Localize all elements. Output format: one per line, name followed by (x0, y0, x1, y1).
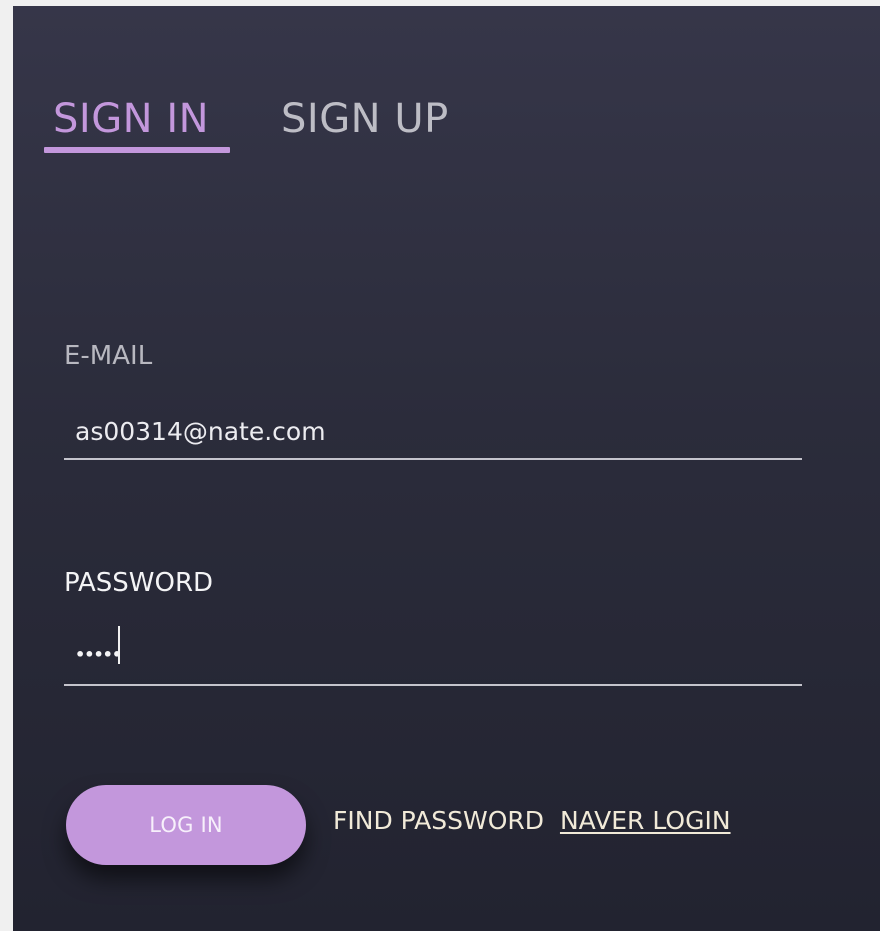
password-label: PASSWORD (64, 568, 214, 598)
active-tab-indicator (44, 147, 230, 153)
auth-links: FIND PASSWORD NAVER LOGIN (333, 806, 731, 835)
password-field[interactable] (64, 630, 802, 686)
login-button[interactable]: LOG IN (66, 785, 306, 865)
auth-tabs: SIGN IN SIGN UP (13, 6, 880, 166)
find-password-link[interactable]: FIND PASSWORD (333, 806, 544, 835)
tab-sign-in[interactable]: SIGN IN (53, 94, 209, 144)
naver-login-link[interactable]: NAVER LOGIN (560, 806, 731, 835)
tab-sign-up[interactable]: SIGN UP (281, 94, 449, 144)
page: SIGN IN SIGN UP E-MAIL PASSWORD ••••• LO… (0, 0, 880, 931)
text-cursor (118, 626, 120, 664)
email-label: E-MAIL (64, 341, 153, 371)
password-masked-value: ••••• (75, 645, 122, 664)
email-field[interactable] (64, 404, 802, 460)
auth-panel: SIGN IN SIGN UP E-MAIL PASSWORD ••••• LO… (13, 6, 880, 931)
